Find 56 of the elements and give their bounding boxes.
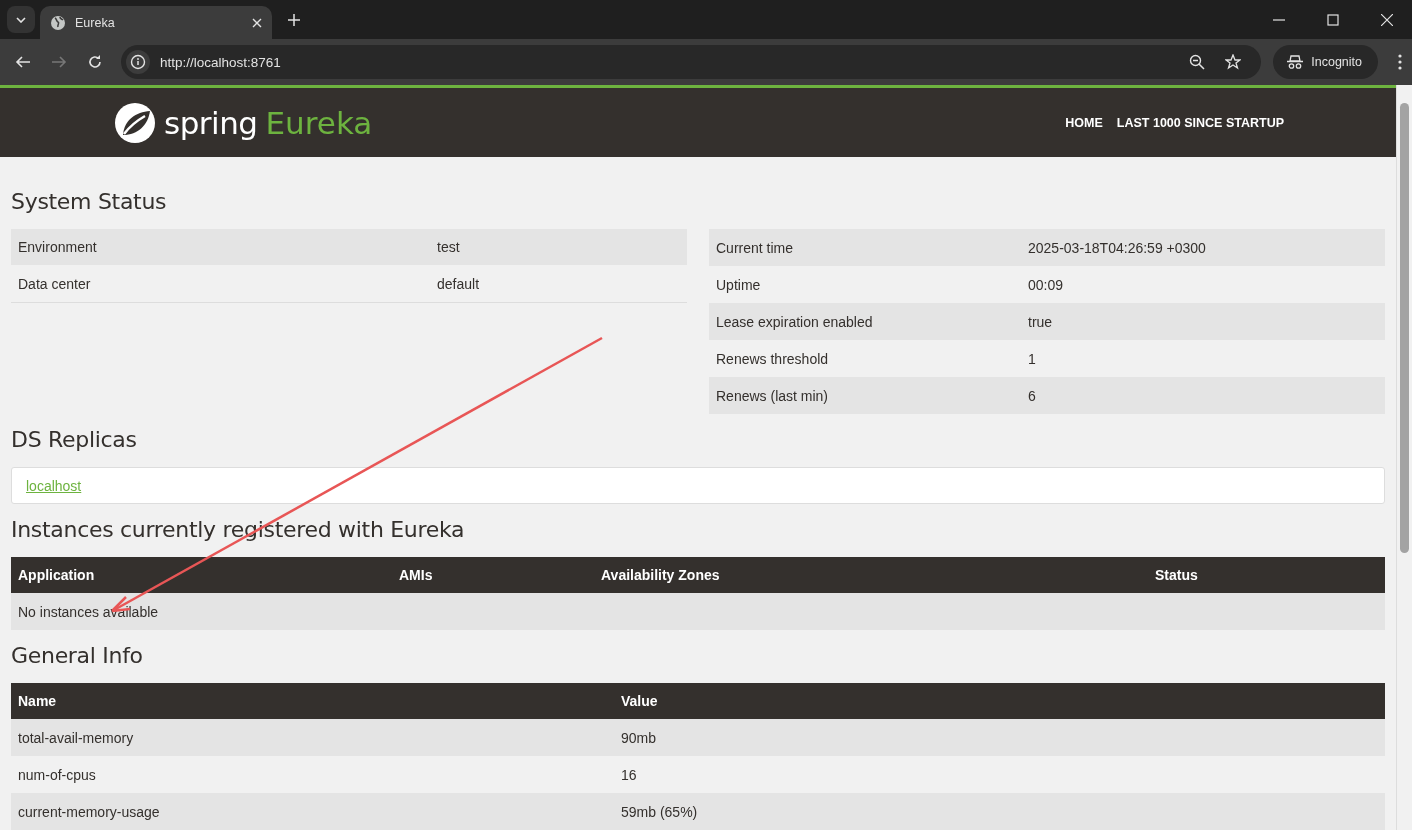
column-header: Availability Zones bbox=[601, 567, 721, 583]
reload-icon[interactable] bbox=[87, 54, 103, 70]
address-bar[interactable]: http://localhost:8761 bbox=[121, 45, 1262, 79]
table-cell-text: Current time bbox=[716, 239, 795, 256]
back-arrow-icon[interactable] bbox=[15, 54, 31, 70]
table-cell-text: Environment bbox=[18, 239, 98, 255]
table-cell-text: num-of-cpus bbox=[18, 766, 97, 783]
forward-arrow-icon[interactable] bbox=[51, 54, 67, 70]
nav-link[interactable]: LAST 1000 SINCE STARTUP bbox=[1116, 115, 1284, 130]
close-icon[interactable] bbox=[252, 17, 262, 28]
new-tab-icon[interactable] bbox=[288, 13, 300, 26]
nav-link[interactable]: HOME bbox=[1065, 115, 1103, 130]
zoom-out-icon[interactable] bbox=[1189, 54, 1206, 70]
table-cell-text: Lease expiration enabled bbox=[716, 313, 874, 330]
section-heading: General Info bbox=[11, 642, 144, 670]
table-cell-text: total-avail-memory bbox=[18, 729, 135, 746]
incognito-button[interactable]: Incognito bbox=[1273, 45, 1378, 79]
table-cell-text: true bbox=[1028, 313, 1054, 330]
logo-product-name: Eureka bbox=[265, 104, 373, 141]
url-text: http://localhost:8761 bbox=[160, 54, 281, 70]
section-heading: DS Replicas bbox=[11, 426, 138, 454]
table-cell-text: Uptime bbox=[716, 276, 762, 293]
info-icon[interactable] bbox=[126, 50, 150, 74]
table-cell-text: 00:09 bbox=[1028, 276, 1065, 293]
table-cell-text: 90mb bbox=[621, 729, 658, 746]
column-header: Value bbox=[621, 693, 659, 709]
table-cell-text: current-memory-usage bbox=[18, 803, 161, 820]
table-cell-text: default bbox=[437, 276, 481, 292]
table-cell-text: Renews (last min) bbox=[716, 387, 830, 404]
browser-tab[interactable]: Eureka bbox=[40, 6, 272, 39]
table-cell-text: No instances available bbox=[18, 603, 160, 620]
column-header: Status bbox=[1155, 567, 1199, 583]
chevron-down-icon bbox=[16, 16, 26, 23]
more-menu-icon[interactable] bbox=[1398, 54, 1402, 70]
close-window-icon[interactable] bbox=[1381, 13, 1393, 26]
logo-wordmark: spring bbox=[164, 104, 258, 141]
column-header: AMIs bbox=[399, 567, 434, 583]
table-cell-text: 16 bbox=[621, 766, 638, 783]
table-cell-text: 6 bbox=[1028, 387, 1037, 404]
incognito-icon bbox=[1287, 55, 1304, 69]
leaf-logo-icon bbox=[114, 101, 156, 144]
column-header: Application bbox=[18, 567, 96, 583]
tab-title: Eureka bbox=[75, 15, 116, 30]
star-icon[interactable] bbox=[1225, 54, 1242, 70]
table-cell-text: 1 bbox=[1028, 350, 1037, 367]
scrollbar[interactable] bbox=[1396, 85, 1412, 830]
tab-list-button[interactable] bbox=[7, 6, 35, 33]
globe-icon bbox=[50, 14, 66, 31]
section-heading: System Status bbox=[11, 188, 168, 216]
table-cell-text: 59mb (65%) bbox=[621, 803, 699, 820]
column-header: Name bbox=[18, 693, 58, 709]
table-cell-text: 2025-03-18T04:26:59 +0300 bbox=[1028, 239, 1207, 256]
table-cell-text: Data center bbox=[18, 276, 92, 292]
maximize-icon[interactable] bbox=[1327, 13, 1339, 26]
table-cell-text: Renews threshold bbox=[716, 350, 830, 367]
table-cell-text: test bbox=[437, 239, 461, 255]
